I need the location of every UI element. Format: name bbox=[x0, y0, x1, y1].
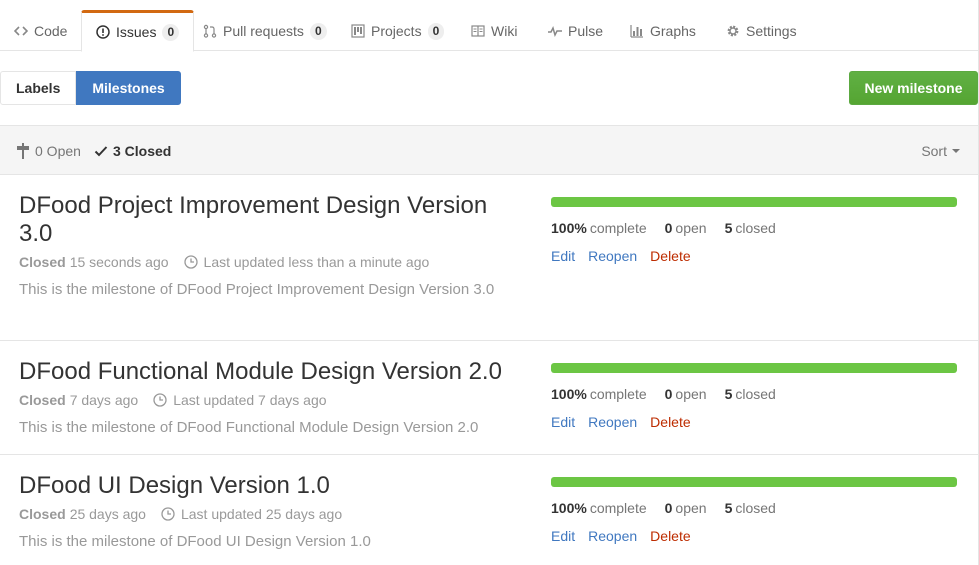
percent-complete: 100% bbox=[551, 500, 587, 516]
labels-milestones-subnav: Labels Milestones bbox=[0, 71, 181, 105]
closed-milestones-filter[interactable]: 3 Closed bbox=[94, 126, 171, 176]
open-milestones-filter[interactable]: 0 Open bbox=[16, 126, 81, 176]
progress-bar bbox=[551, 363, 957, 373]
closed-ago: 15 seconds ago bbox=[69, 254, 169, 270]
milestone-stats: 100% complete 0 open 5 closed bbox=[551, 220, 776, 236]
milestone-item: DFood UI Design Version 1.0 Closed 25 da… bbox=[0, 455, 979, 565]
tab-issues[interactable]: Issues 0 bbox=[81, 10, 195, 52]
percent-complete: 100% bbox=[551, 220, 587, 236]
check-icon bbox=[94, 143, 108, 159]
milestone-icon bbox=[16, 143, 30, 159]
tab-settings[interactable]: Settings bbox=[712, 10, 811, 52]
sort-label: Sort bbox=[921, 143, 947, 159]
delete-link[interactable]: Delete bbox=[650, 248, 690, 264]
closed-ago: 7 days ago bbox=[69, 392, 139, 408]
milestone-description: This is the milestone of DFood UI Design… bbox=[19, 533, 371, 550]
milestone-description: This is the milestone of DFood Functiona… bbox=[19, 419, 479, 436]
milestone-actions: Edit Reopen Delete bbox=[551, 248, 704, 264]
tab-pulse[interactable]: Pulse bbox=[534, 10, 617, 52]
open-issues-count: 0 bbox=[664, 220, 673, 236]
progress-fill bbox=[551, 197, 957, 207]
milestone-actions: Edit Reopen Delete bbox=[551, 528, 704, 544]
delete-link[interactable]: Delete bbox=[650, 414, 690, 430]
closed-count-label: 3 Closed bbox=[113, 143, 172, 159]
new-milestone-button[interactable]: New milestone bbox=[849, 71, 978, 105]
code-icon bbox=[14, 24, 28, 38]
tab-label: Code bbox=[34, 23, 68, 39]
last-updated: Last updated less than a minute ago bbox=[203, 254, 430, 270]
milestones-link[interactable]: Milestones bbox=[76, 71, 181, 105]
open-issues-count: 0 bbox=[664, 386, 673, 402]
projects-counter: 0 bbox=[427, 22, 445, 40]
tab-label: Pulse bbox=[568, 23, 604, 39]
tab-label: Issues bbox=[116, 24, 157, 40]
milestone-meta: Closed 15 seconds ago Last updated less … bbox=[19, 254, 429, 270]
milestone-item: DFood Functional Module Design Version 2… bbox=[0, 341, 979, 455]
closed-ago: 25 days ago bbox=[69, 506, 146, 522]
closed-issues-count: 5 bbox=[724, 386, 733, 402]
open-count-label: 0 Open bbox=[35, 143, 81, 159]
milestone-meta: Closed 25 days ago Last updated 25 days … bbox=[19, 506, 342, 522]
reopen-link[interactable]: Reopen bbox=[588, 248, 637, 264]
tab-label: Wiki bbox=[491, 23, 518, 39]
edit-link[interactable]: Edit bbox=[551, 414, 575, 430]
clock-icon bbox=[153, 393, 167, 407]
tab-projects[interactable]: Projects 0 bbox=[337, 10, 458, 52]
milestone-description: This is the milestone of DFood Project I… bbox=[19, 281, 495, 298]
gear-icon bbox=[726, 24, 740, 38]
tab-pull-requests[interactable]: Pull requests 0 bbox=[189, 10, 341, 52]
closed-label: Closed bbox=[19, 254, 66, 270]
reopen-link[interactable]: Reopen bbox=[588, 528, 637, 544]
milestone-title[interactable]: DFood UI Design Version 1.0 bbox=[19, 472, 509, 500]
tab-graphs[interactable]: Graphs bbox=[616, 10, 710, 52]
last-updated: Last updated 7 days ago bbox=[173, 392, 327, 408]
open-issues-count: 0 bbox=[664, 500, 673, 516]
milestone-meta: Closed 7 days ago Last updated 7 days ag… bbox=[19, 392, 327, 408]
progress-bar bbox=[551, 477, 957, 487]
book-icon bbox=[471, 24, 485, 38]
closed-issues-count: 5 bbox=[724, 220, 733, 236]
milestone-title[interactable]: DFood Project Improvement Design Version… bbox=[19, 192, 509, 248]
tab-code[interactable]: Code bbox=[0, 10, 81, 52]
labels-link[interactable]: Labels bbox=[0, 71, 77, 105]
tab-label: Settings bbox=[746, 23, 797, 39]
percent-complete: 100% bbox=[551, 386, 587, 402]
last-updated: Last updated 25 days ago bbox=[180, 506, 343, 522]
milestones-list-header: 0 Open 3 Closed Sort bbox=[0, 125, 979, 175]
milestone-stats: 100% complete 0 open 5 closed bbox=[551, 386, 776, 402]
clock-icon bbox=[183, 255, 198, 269]
pull-request-icon bbox=[203, 24, 217, 38]
pulse-icon bbox=[548, 24, 562, 38]
reopen-link[interactable]: Reopen bbox=[588, 414, 637, 430]
closed-issues-count: 5 bbox=[724, 500, 733, 516]
repo-nav: Code Issues 0 Pull requests 0 Projects 0… bbox=[0, 0, 979, 52]
project-icon bbox=[351, 24, 365, 38]
milestone-item: DFood Project Improvement Design Version… bbox=[0, 175, 979, 341]
tab-label: Graphs bbox=[650, 23, 696, 39]
edit-link[interactable]: Edit bbox=[551, 528, 575, 544]
closed-label: Closed bbox=[19, 392, 66, 408]
graph-icon bbox=[630, 24, 644, 38]
pull-requests-counter: 0 bbox=[309, 22, 327, 40]
caret-down-icon bbox=[952, 149, 960, 153]
clock-icon bbox=[161, 507, 175, 521]
sort-dropdown[interactable]: Sort bbox=[921, 126, 960, 176]
milestone-stats: 100% complete 0 open 5 closed bbox=[551, 500, 776, 516]
progress-fill bbox=[551, 363, 957, 373]
milestone-title[interactable]: DFood Functional Module Design Version 2… bbox=[19, 358, 509, 386]
milestone-actions: Edit Reopen Delete bbox=[551, 414, 704, 430]
tab-label: Pull requests bbox=[223, 23, 304, 39]
delete-link[interactable]: Delete bbox=[650, 528, 690, 544]
progress-bar bbox=[551, 197, 957, 207]
issues-counter: 0 bbox=[162, 23, 180, 41]
progress-fill bbox=[551, 477, 957, 487]
edit-link[interactable]: Edit bbox=[551, 248, 575, 264]
issue-opened-icon bbox=[96, 25, 110, 39]
closed-label: Closed bbox=[19, 506, 66, 522]
tab-label: Projects bbox=[371, 23, 422, 39]
tab-wiki[interactable]: Wiki bbox=[457, 10, 531, 52]
